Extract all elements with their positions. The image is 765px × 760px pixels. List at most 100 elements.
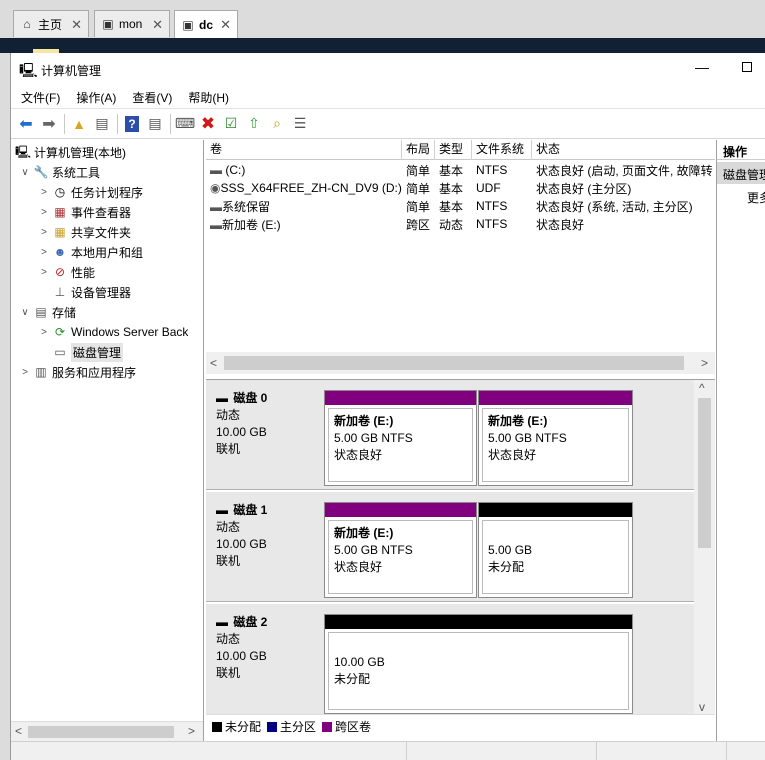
column-header-type[interactable]: 类型	[435, 140, 472, 160]
table-row[interactable]: ▬ (C:) 简单 基本 NTFS 状态良好 (启动, 页面文件, 故障转	[206, 161, 715, 179]
tree-item-device-manager[interactable]: ⊥ 设备管理器	[38, 282, 131, 302]
table-row[interactable]: ◉SSS_X64FREE_ZH-CN_DV9 (D:) 简单 基本 UDF 状态…	[206, 179, 715, 197]
chevron-right-icon[interactable]: >	[38, 187, 50, 198]
close-icon[interactable]: ✕	[152, 17, 163, 33]
close-icon[interactable]: ✕	[71, 17, 82, 33]
tree-item-services-applications[interactable]: > ▥ 服务和应用程序	[19, 362, 136, 382]
chevron-right-icon[interactable]: >	[19, 367, 31, 378]
partition-size: 5.00 GB NTFS	[334, 543, 413, 557]
disk-1-row[interactable]: ▬ 磁盘 1 动态 10.00 GB 联机 新加卷 (E:) 5.00 GB N…	[206, 492, 694, 602]
tree-item-performance[interactable]: > ⊘ 性能	[38, 262, 95, 282]
tab-label: 主页	[38, 17, 63, 32]
cell-filesystem: NTFS	[476, 217, 508, 231]
menu-view[interactable]: 查看(V)	[132, 89, 172, 106]
tree-item-system-tools[interactable]: ∨ 🔧 系统工具	[19, 162, 100, 182]
list-icon[interactable]: ☰	[289, 113, 311, 135]
minimize-button[interactable]: —	[695, 59, 709, 75]
partition-size: 10.00 GB	[334, 655, 385, 669]
partition-spanned[interactable]: 新加卷 (E:) 5.00 GB NTFS 状态良好	[324, 390, 477, 486]
scrollbar-thumb[interactable]	[224, 356, 684, 370]
check-icon[interactable]: ☑	[220, 113, 242, 135]
cell-layout: 简单	[406, 163, 431, 178]
menu-action[interactable]: 操作(A)	[76, 89, 116, 106]
legend-primary: 主分区	[267, 718, 316, 735]
table-row[interactable]: ▬新加卷 (E:) 跨区 动态 NTFS 状态良好	[206, 215, 715, 233]
disk-0-row[interactable]: ▬ 磁盘 0 动态 10.00 GB 联机 新加卷 (E:) 5.00 GB N…	[206, 380, 694, 490]
scroll-down-icon[interactable]: v	[699, 700, 705, 714]
toolbar-separator	[117, 113, 118, 134]
tree-item-shared-folders[interactable]: > ▦ 共享文件夹	[38, 222, 131, 242]
disk-2-row[interactable]: ▬ 磁盘 2 动态 10.00 GB 联机 10.00 GB 未分配	[206, 604, 694, 725]
chevron-down-icon[interactable]: ∨	[19, 307, 31, 318]
partition-spanned[interactable]: 新加卷 (E:) 5.00 GB NTFS 状态良好	[478, 390, 633, 486]
disk-name: 磁盘 0	[233, 391, 268, 405]
users-icon: ☻	[53, 245, 67, 259]
column-header-layout[interactable]: 布局	[402, 140, 435, 160]
tree-item-event-viewer[interactable]: > ▦ 事件查看器	[38, 202, 131, 222]
column-header-status[interactable]: 状态	[532, 140, 715, 160]
disk-view-vertical-scrollbar[interactable]: ^ v	[694, 380, 715, 725]
legend-label: 跨区卷	[335, 720, 372, 734]
chevron-right-icon[interactable]: >	[38, 267, 50, 278]
cell-type: 动态	[439, 217, 464, 232]
scrollbar-thumb[interactable]	[28, 726, 174, 738]
navigation-tree: 🖳 计算机管理(本地) ∨ 🔧 系统工具 > ◷ 任务计划程序 > ▦ 事件查看…	[11, 140, 204, 741]
event-icon: ▦	[54, 205, 66, 219]
legend-swatch	[322, 721, 333, 732]
chevron-right-icon[interactable]: >	[38, 327, 50, 338]
tree-item-computer-management[interactable]: 🖳 计算机管理(本地)	[13, 142, 126, 162]
cell-volume: 系统保留	[222, 199, 271, 214]
column-header-volume[interactable]: 卷	[206, 140, 402, 160]
disk-0-info[interactable]: ▬ 磁盘 0 动态 10.00 GB 联机	[216, 390, 267, 458]
show-hide-tree-icon[interactable]: ▤	[91, 113, 113, 135]
partition-title: 新加卷 (E:)	[488, 414, 548, 428]
help-icon[interactable]: ?	[121, 113, 143, 135]
connect-icon[interactable]: ⌨	[174, 113, 196, 135]
tree-item-storage[interactable]: ∨ ▤ 存储	[19, 302, 76, 322]
more-actions-link[interactable]: 更多操作	[717, 186, 765, 206]
menu-file[interactable]: 文件(F)	[21, 89, 60, 106]
tree-item-local-users[interactable]: > ☻ 本地用户和组	[38, 242, 143, 262]
tree-item-windows-server-backup[interactable]: > ⟳ Windows Server Back	[38, 322, 188, 342]
back-icon[interactable]: ⬅	[15, 113, 37, 135]
forward-icon[interactable]: ➡	[38, 113, 60, 135]
tree-item-task-scheduler[interactable]: > ◷ 任务计划程序	[38, 182, 143, 202]
properties-icon[interactable]: ▤	[144, 113, 166, 135]
chevron-right-icon[interactable]: >	[38, 207, 50, 218]
scroll-left-icon[interactable]: <	[15, 724, 22, 738]
chevron-right-icon[interactable]: >	[38, 227, 50, 238]
close-icon[interactable]: ✕	[220, 17, 231, 33]
import-icon[interactable]: ⇧	[243, 113, 265, 135]
partition-size: 5.00 GB NTFS	[334, 431, 413, 445]
partition-spanned[interactable]: 新加卷 (E:) 5.00 GB NTFS 状态良好	[324, 502, 477, 598]
tab-dc[interactable]: ▣ dc ✕	[174, 10, 238, 38]
home-icon: ⌂	[23, 17, 31, 31]
scrollbar-thumb[interactable]	[698, 398, 711, 548]
actions-section-disk-management[interactable]: 磁盘管理	[717, 162, 765, 184]
volume-list-horizontal-scrollbar[interactable]: < >	[206, 352, 715, 374]
disk-2-info[interactable]: ▬ 磁盘 2 动态 10.00 GB 联机	[216, 614, 267, 682]
partition-unallocated[interactable]: 5.00 GB 未分配	[478, 502, 633, 598]
cell-filesystem: NTFS	[476, 163, 508, 177]
partition-unallocated[interactable]: 10.00 GB 未分配	[324, 614, 633, 714]
search-icon[interactable]: ⌕	[266, 113, 288, 135]
menu-help[interactable]: 帮助(H)	[188, 89, 229, 106]
tab-mon[interactable]: ▣ mon ✕	[94, 10, 170, 37]
scroll-up-icon[interactable]: ^	[699, 381, 705, 395]
cell-type: 基本	[439, 163, 464, 178]
maximize-button[interactable]	[742, 62, 752, 72]
tree-horizontal-scrollbar[interactable]: < >	[11, 721, 203, 741]
disk-1-info[interactable]: ▬ 磁盘 1 动态 10.00 GB 联机	[216, 502, 267, 570]
up-folder-icon[interactable]: ▲	[68, 113, 90, 135]
browser-tab-strip: ⌂ 主页 ✕ ▣ mon ✕ ▣ dc ✕	[0, 0, 765, 38]
chevron-down-icon[interactable]: ∨	[19, 167, 31, 178]
table-row[interactable]: ▬系统保留 简单 基本 NTFS 状态良好 (系统, 活动, 主分区)	[206, 197, 715, 215]
tree-item-disk-management[interactable]: ▭ 磁盘管理	[38, 342, 124, 362]
chevron-right-icon[interactable]: >	[38, 247, 50, 258]
delete-icon[interactable]: ✖	[197, 113, 219, 135]
scroll-right-icon[interactable]: >	[701, 356, 708, 370]
scroll-left-icon[interactable]: <	[210, 356, 217, 370]
tab-home[interactable]: ⌂ 主页 ✕	[13, 10, 89, 37]
column-header-filesystem[interactable]: 文件系统	[472, 140, 532, 160]
scroll-right-icon[interactable]: >	[188, 724, 195, 738]
